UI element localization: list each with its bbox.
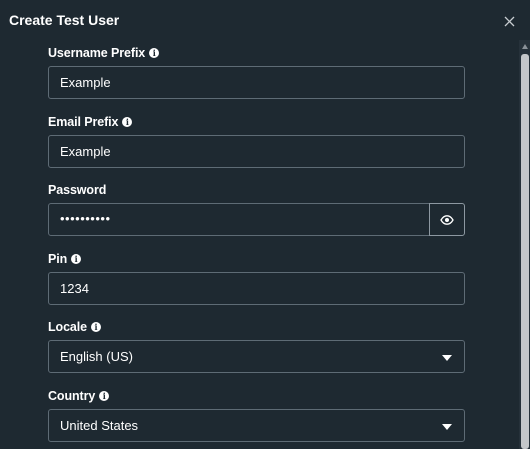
email-prefix-label: Email Prefix i	[48, 114, 465, 130]
scrollbar[interactable]	[519, 40, 530, 449]
close-icon	[504, 16, 514, 26]
info-icon[interactable]: i	[91, 322, 101, 332]
username-prefix-input[interactable]: Example	[48, 66, 465, 99]
pin-field: Pin i 1234	[48, 251, 465, 305]
country-label: Country i	[48, 388, 465, 404]
locale-label: Locale i	[48, 319, 465, 335]
email-prefix-field: Email Prefix i Example	[48, 114, 465, 168]
locale-value: English (US)	[60, 349, 133, 364]
info-icon[interactable]: i	[99, 391, 110, 401]
locale-select[interactable]: English (US)	[48, 340, 465, 373]
password-input[interactable]: ••••••••••	[48, 203, 430, 236]
username-prefix-value: Example	[60, 75, 111, 90]
scrollbar-thumb[interactable]	[521, 54, 529, 449]
username-prefix-label: Username Prefix i	[48, 45, 465, 61]
password-label-text: Password	[48, 183, 107, 197]
caret-down-icon	[442, 355, 452, 361]
password-field: Password ••••••••••	[48, 182, 465, 236]
caret-down-icon	[442, 424, 452, 430]
password-label: Password	[48, 182, 465, 198]
show-password-button[interactable]	[429, 203, 465, 236]
create-test-user-dialog: Create Test User Username Prefix i Examp…	[0, 0, 530, 449]
pin-input[interactable]: 1234	[48, 272, 465, 305]
pin-label-text: Pin	[48, 252, 68, 266]
locale-field: Locale i English (US)	[48, 319, 465, 373]
info-icon[interactable]: i	[71, 254, 82, 264]
email-prefix-value: Example	[60, 144, 111, 159]
pin-value: 1234	[60, 281, 89, 296]
username-prefix-field: Username Prefix i Example	[48, 45, 465, 99]
email-prefix-label-text: Email Prefix	[48, 115, 119, 129]
scroll-up-arrow-icon[interactable]	[522, 44, 528, 49]
info-icon[interactable]: i	[122, 117, 133, 127]
dialog-title: Create Test User	[9, 12, 120, 28]
pin-label: Pin i	[48, 251, 465, 267]
password-value: ••••••••••	[60, 211, 111, 226]
info-icon[interactable]: i	[149, 48, 160, 58]
country-value: United States	[60, 418, 139, 433]
email-prefix-input[interactable]: Example	[48, 135, 465, 168]
locale-label-text: Locale	[48, 320, 87, 334]
country-label-text: Country	[48, 389, 96, 403]
eye-icon	[440, 214, 454, 225]
close-button[interactable]	[500, 12, 518, 30]
country-select[interactable]: United States	[48, 409, 465, 442]
username-prefix-label-text: Username Prefix	[48, 46, 146, 60]
country-field: Country i United States	[48, 388, 465, 442]
